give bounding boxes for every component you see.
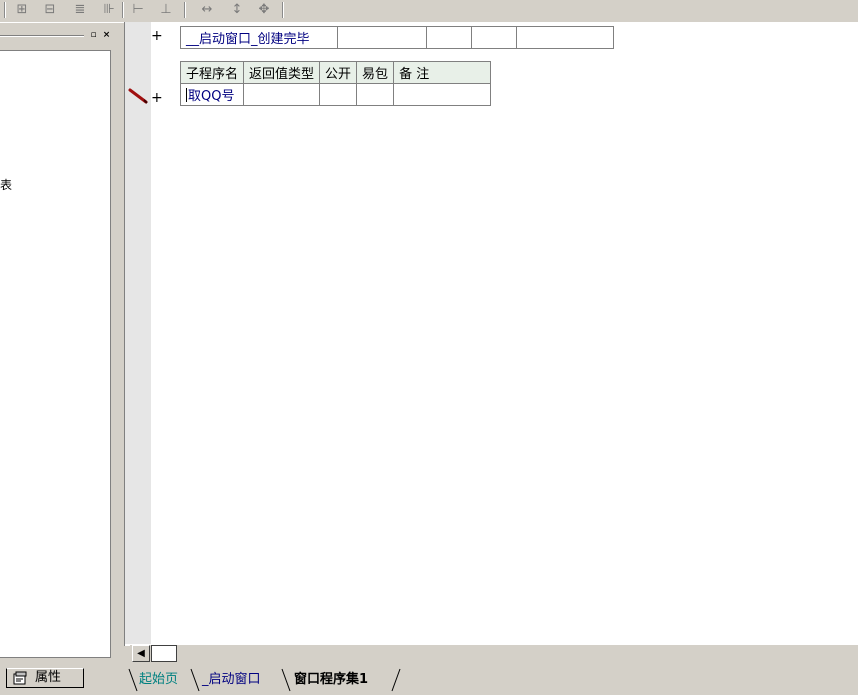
toolbar-separator (282, 2, 284, 18)
return-type-cell[interactable] (243, 83, 321, 106)
tab-start-page[interactable]: 起始页 (139, 670, 178, 690)
column-header-remark: 备 注 (393, 61, 492, 84)
same-size-icon[interactable]: ✥ (256, 2, 272, 18)
text-caret (186, 88, 187, 102)
align-center-icon[interactable]: ⊟ (42, 2, 58, 18)
tab-startup-window[interactable]: _启动窗口 (202, 670, 261, 690)
remark-cell[interactable] (393, 83, 492, 106)
subroutine-table: 子程序名 返回值类型 公开 易包 备 注 取QQ号 (179, 61, 492, 106)
tree-item-fragment: 表 (0, 178, 13, 192)
code-editor[interactable] (124, 22, 858, 646)
left-panel-content (0, 50, 111, 658)
tab-divider (190, 668, 200, 692)
align-left-icon[interactable]: ⊞ (14, 2, 30, 18)
horizontal-scrollbar[interactable] (130, 644, 858, 663)
alignment-toolbar: ⊞ ⊟ ≣ ⊪ ⊢ ⊥ ↔ ↕ ✥ (0, 0, 858, 23)
table-cell[interactable] (516, 26, 614, 49)
property-tab-label: 属性 (35, 670, 62, 685)
public-cell[interactable] (319, 83, 358, 106)
property-tab[interactable]: 属性 (6, 668, 84, 688)
close-icon[interactable]: × (101, 30, 112, 40)
subroutine-name-cell[interactable]: 取QQ号 (179, 83, 245, 106)
toolbar-separator (122, 2, 124, 18)
tab-divider (281, 668, 291, 692)
same-width-icon[interactable]: ↔ (199, 2, 215, 18)
same-height-icon[interactable]: ↕ (229, 2, 245, 18)
toolbar-separator (184, 2, 186, 18)
tab-divider (128, 668, 138, 692)
space-vertical-icon[interactable]: ⊥ (158, 2, 174, 18)
column-header-name: 子程序名 (179, 61, 245, 84)
column-header-return-type: 返回值类型 (243, 61, 321, 84)
restore-icon[interactable]: ▫ (88, 30, 99, 40)
space-horizontal-icon[interactable]: ⊢ (130, 2, 146, 18)
align-middle-icon[interactable]: ⊪ (101, 2, 117, 18)
toolbar-separator (4, 2, 6, 18)
table-cell[interactable] (337, 26, 427, 49)
expand-icon[interactable]: + (151, 28, 163, 44)
scrollbar-track[interactable] (151, 645, 177, 662)
table-cell[interactable] (471, 26, 517, 49)
column-header-easy-pkg: 易包 (356, 61, 395, 84)
align-top-icon[interactable]: ≣ (72, 2, 88, 18)
editor-gutter (125, 22, 151, 644)
table-cell[interactable] (426, 26, 472, 49)
tab-window-program-set[interactable]: 窗口程序集1 (294, 670, 368, 690)
subroutine-name: 取QQ号 (188, 89, 235, 104)
scroll-left-arrow-icon[interactable]: ◀ (132, 645, 150, 662)
property-icon (13, 671, 27, 685)
expand-icon[interactable]: + (151, 90, 163, 106)
easy-pkg-cell[interactable] (356, 83, 395, 106)
pencil-icon (128, 88, 148, 104)
tab-divider (391, 668, 401, 692)
column-header-public: 公开 (319, 61, 358, 84)
event-name-cell[interactable]: __启动窗口_创建完毕 (180, 26, 338, 49)
panel-title-bar (0, 35, 84, 37)
event-header-table: __启动窗口_创建完毕 (180, 26, 614, 49)
